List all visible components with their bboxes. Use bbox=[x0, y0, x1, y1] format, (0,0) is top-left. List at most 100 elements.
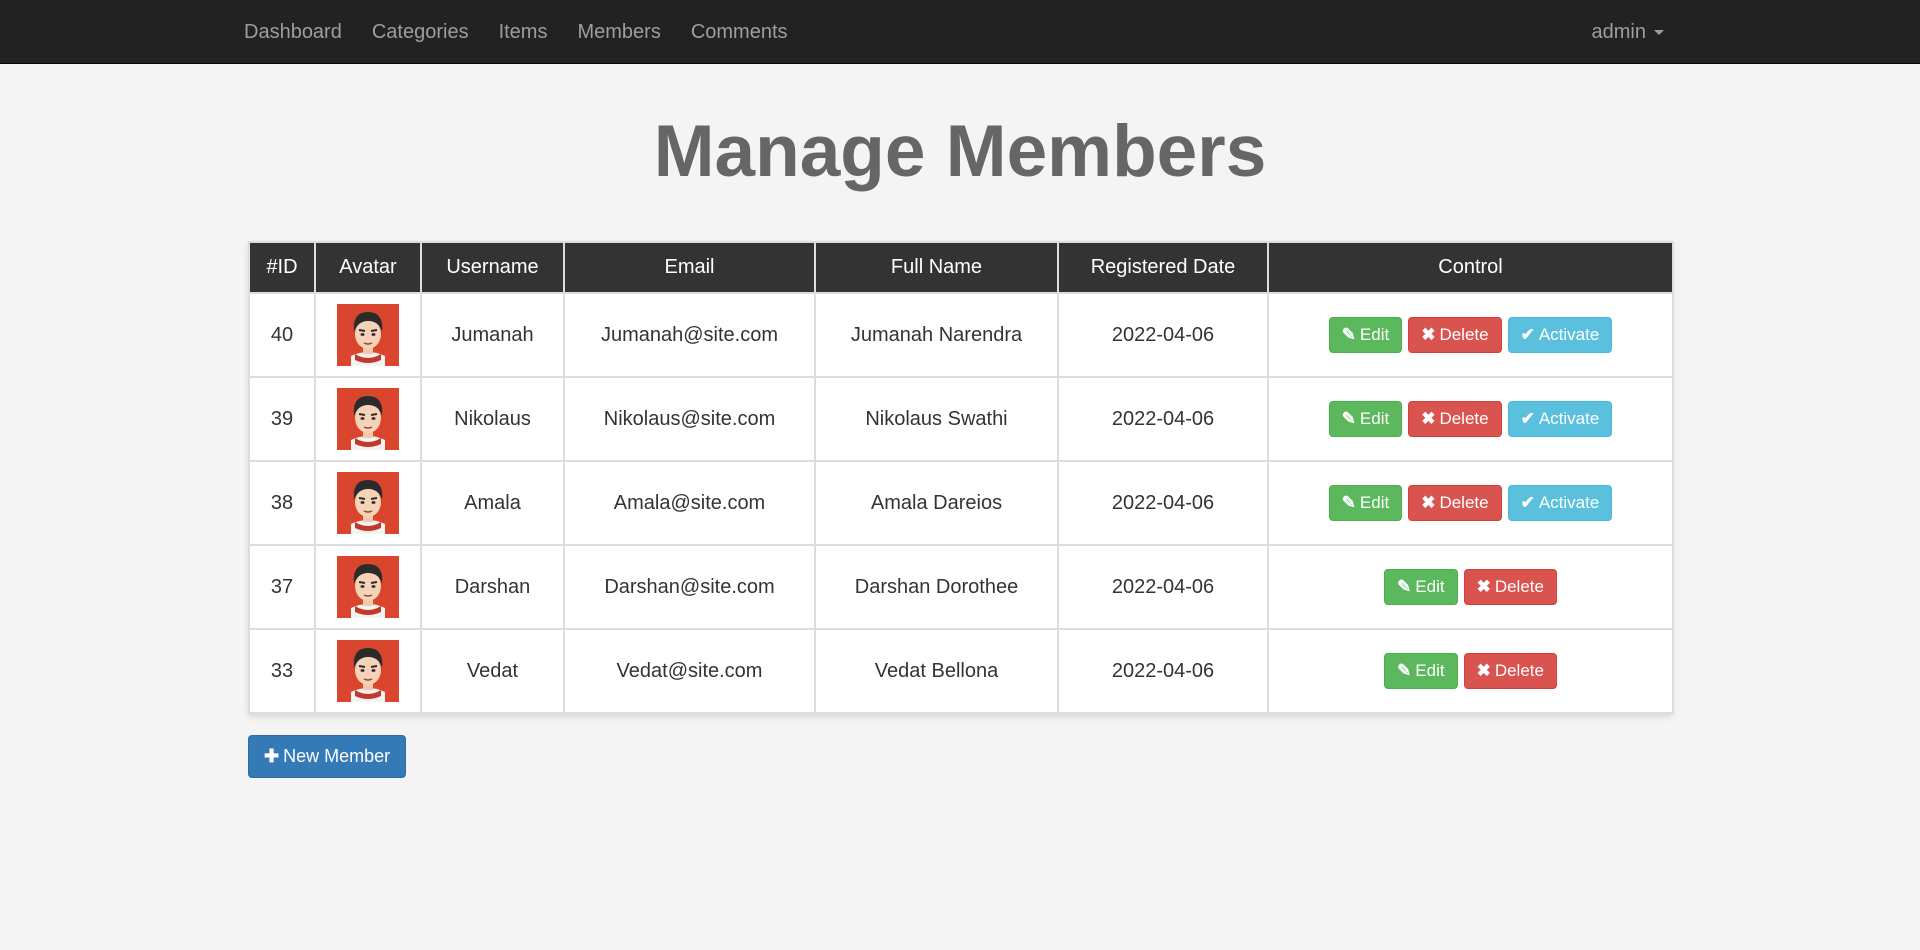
cell-avatar bbox=[314, 376, 422, 462]
table-row: 37 Darshan Darshan@site.com Darshan Doroth… bbox=[248, 544, 1674, 630]
edit-button[interactable]: ✎ Edit bbox=[1328, 317, 1403, 353]
edit-icon: ✎ bbox=[1341, 325, 1356, 344]
top-navbar: Dashboard Categories Items Members Comme… bbox=[0, 0, 1920, 64]
new-member-button[interactable]: ✚ New Member bbox=[248, 735, 407, 778]
activate-button[interactable]: ✔ Activate bbox=[1507, 485, 1613, 521]
delete-button-label: Delete bbox=[1439, 493, 1489, 512]
table-row: 33 Vedat Vedat@site.com Vedat Bellona 2022-… bbox=[248, 628, 1674, 714]
activate-button-label: Activate bbox=[1538, 493, 1600, 512]
nav-links: Dashboard Categories Items Members Comme… bbox=[229, 0, 803, 64]
avatar bbox=[337, 640, 399, 702]
delete-button[interactable]: ✖ Delete bbox=[1463, 569, 1557, 605]
cell-full-name: Vedat Bellona bbox=[814, 628, 1059, 714]
cell-registered-date: 2022-04-06 bbox=[1057, 460, 1269, 546]
cell-avatar bbox=[314, 544, 422, 630]
header-registered-date: Registered Date bbox=[1057, 241, 1269, 294]
delete-button-label: Delete bbox=[1494, 661, 1544, 680]
times-icon: ✖ bbox=[1476, 661, 1491, 680]
cell-registered-date: 2022-04-06 bbox=[1057, 544, 1269, 630]
avatar bbox=[337, 472, 399, 534]
cell-email: Vedat@site.com bbox=[563, 628, 816, 714]
delete-button[interactable]: ✖ Delete bbox=[1408, 485, 1502, 521]
header-email: Email bbox=[563, 241, 816, 294]
user-name: admin bbox=[1591, 20, 1646, 43]
cell-control: ✎ Edit ✖ Delete ✔ Activate bbox=[1267, 376, 1674, 462]
cell-full-name: Jumanah Narendra bbox=[814, 292, 1059, 378]
edit-button[interactable]: ✎ Edit bbox=[1384, 653, 1458, 689]
activate-button[interactable]: ✔ Activate bbox=[1507, 401, 1613, 437]
members-table-container: #ID Avatar Username Email Full Name Regi… bbox=[248, 241, 1674, 714]
header-control: Control bbox=[1267, 241, 1674, 294]
edit-button-label: Edit bbox=[1415, 577, 1445, 596]
times-icon: ✖ bbox=[1421, 493, 1436, 512]
edit-button-label: Edit bbox=[1359, 325, 1390, 344]
cell-email: Amala@site.com bbox=[563, 460, 816, 546]
nav-link-items[interactable]: Items bbox=[484, 0, 563, 64]
new-member-label: New Member bbox=[283, 746, 391, 766]
delete-button-label: Delete bbox=[1494, 577, 1544, 596]
table-row: 40 Jumanah Jumanah@site.com Jumanah Narend… bbox=[248, 292, 1674, 378]
edit-icon: ✎ bbox=[1397, 577, 1412, 596]
delete-button-label: Delete bbox=[1439, 325, 1489, 344]
cell-username: Jumanah bbox=[420, 292, 565, 378]
edit-icon: ✎ bbox=[1341, 493, 1356, 512]
header-avatar: Avatar bbox=[314, 241, 422, 294]
cell-registered-date: 2022-04-06 bbox=[1057, 628, 1269, 714]
nav-link-categories[interactable]: Categories bbox=[357, 0, 484, 64]
times-icon: ✖ bbox=[1421, 325, 1436, 344]
page-title: Manage Members bbox=[653, 111, 1267, 192]
cell-control: ✎ Edit ✖ Delete bbox=[1267, 628, 1674, 714]
cell-avatar bbox=[314, 628, 422, 714]
activate-button-label: Activate bbox=[1538, 409, 1600, 428]
nav-link-members[interactable]: Members bbox=[562, 0, 675, 64]
cell-full-name: Nikolaus Swathi bbox=[814, 376, 1059, 462]
avatar bbox=[337, 388, 399, 450]
header-full-name: Full Name bbox=[814, 241, 1059, 294]
cell-id: 38 bbox=[248, 460, 316, 546]
header-id: #ID bbox=[248, 241, 316, 294]
delete-button[interactable]: ✖ Delete bbox=[1463, 653, 1557, 689]
delete-button-label: Delete bbox=[1439, 409, 1489, 428]
nav-link-comments[interactable]: Comments bbox=[676, 0, 803, 64]
edit-button[interactable]: ✎ Edit bbox=[1384, 569, 1458, 605]
activate-button-label: Activate bbox=[1538, 325, 1600, 344]
cell-control: ✎ Edit ✖ Delete bbox=[1267, 544, 1674, 630]
check-icon: ✔ bbox=[1520, 325, 1535, 344]
cell-control: ✎ Edit ✖ Delete ✔ Activate bbox=[1267, 292, 1674, 378]
cell-email: Jumanah@site.com bbox=[563, 292, 816, 378]
edit-button[interactable]: ✎ Edit bbox=[1328, 485, 1403, 521]
header-username: Username bbox=[420, 241, 565, 294]
cell-username: Darshan bbox=[420, 544, 565, 630]
edit-button-label: Edit bbox=[1359, 409, 1390, 428]
check-icon: ✔ bbox=[1520, 409, 1535, 428]
cell-email: Darshan@site.com bbox=[563, 544, 816, 630]
times-icon: ✖ bbox=[1476, 577, 1491, 596]
activate-button[interactable]: ✔ Activate bbox=[1507, 317, 1613, 353]
user-dropdown[interactable]: admin bbox=[1592, 0, 1664, 64]
table-row: 39 Nikolaus Nikolaus@site.com Nikolaus Swa… bbox=[248, 376, 1674, 462]
edit-icon: ✎ bbox=[1397, 661, 1412, 680]
cell-username: Vedat bbox=[420, 628, 565, 714]
cell-id: 33 bbox=[248, 628, 316, 714]
plus-icon: ✚ bbox=[264, 746, 280, 766]
delete-button[interactable]: ✖ Delete bbox=[1408, 317, 1502, 353]
edit-button-label: Edit bbox=[1359, 493, 1390, 512]
cell-full-name: Darshan Dorothee bbox=[814, 544, 1059, 630]
cell-username: Nikolaus bbox=[420, 376, 565, 462]
nav-link-dashboard[interactable]: Dashboard bbox=[229, 0, 357, 64]
cell-registered-date: 2022-04-06 bbox=[1057, 292, 1269, 378]
caret-down-icon bbox=[1654, 29, 1664, 35]
cell-avatar bbox=[314, 292, 422, 378]
cell-avatar bbox=[314, 460, 422, 546]
avatar bbox=[337, 304, 399, 366]
edit-button[interactable]: ✎ Edit bbox=[1328, 401, 1403, 437]
cell-id: 37 bbox=[248, 544, 316, 630]
table-row: 38 Amala Amala@site.com Amala Dareios 2022-… bbox=[248, 460, 1674, 546]
times-icon: ✖ bbox=[1421, 409, 1436, 428]
delete-button[interactable]: ✖ Delete bbox=[1408, 401, 1502, 437]
avatar bbox=[337, 556, 399, 618]
cell-registered-date: 2022-04-06 bbox=[1057, 376, 1269, 462]
cell-id: 40 bbox=[248, 292, 316, 378]
cell-full-name: Amala Dareios bbox=[814, 460, 1059, 546]
members-table: #ID Avatar Username Email Full Name Regi… bbox=[248, 241, 1674, 714]
